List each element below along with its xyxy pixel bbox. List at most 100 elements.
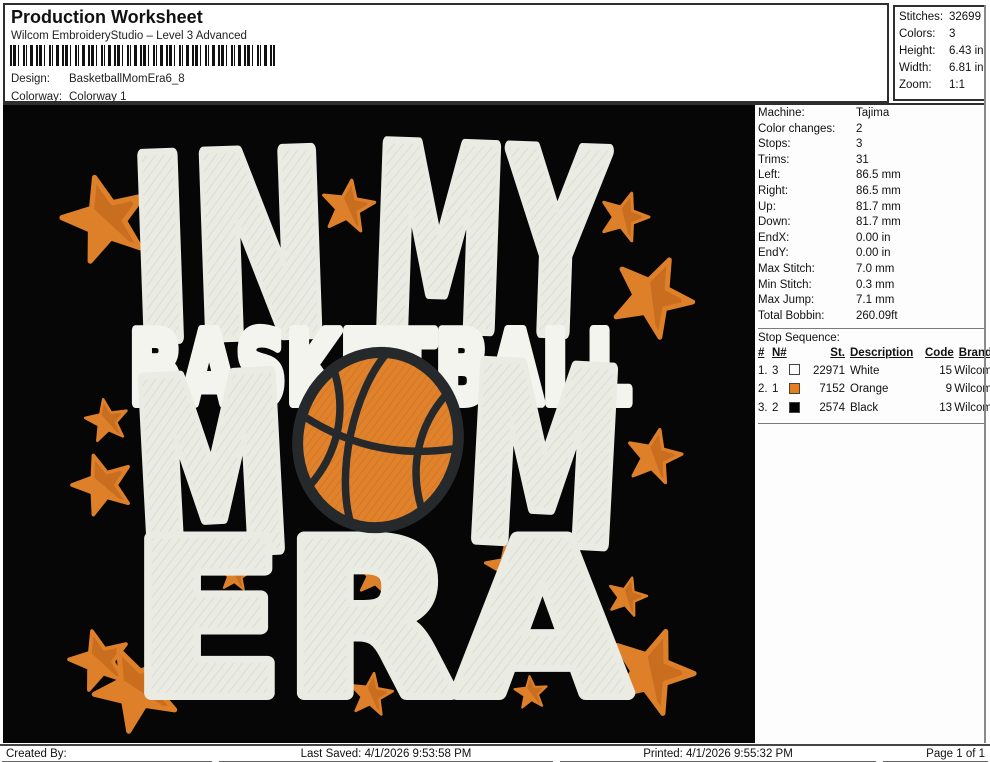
- printed: Printed: 4/1/2026 9:55:32 PM: [560, 746, 876, 762]
- col-num: #: [758, 346, 772, 362]
- machine-info-label: Color changes:: [758, 122, 856, 138]
- machine-info-label: EndY:: [758, 246, 856, 262]
- summary-label: Colors:: [899, 26, 949, 43]
- thread-color-swatch: [789, 362, 805, 381]
- col-needle: N#: [772, 346, 789, 362]
- machine-info-label: Total Bobbin:: [758, 309, 856, 325]
- machine-info-row: Min Stitch:0.3 mm: [758, 278, 986, 294]
- summary-value: 6.43 in: [949, 43, 984, 60]
- machine-info-label: Trims:: [758, 153, 856, 169]
- machine-info-row: Max Stitch:7.0 mm: [758, 262, 986, 278]
- machine-info-value: 86.5 mm: [856, 184, 901, 200]
- stitch-count: 2574: [805, 401, 845, 417]
- summary-value: 32699: [949, 9, 981, 26]
- machine-info-value: 3: [856, 137, 862, 153]
- summary-row: Zoom:1:1: [899, 77, 984, 94]
- machine-info-row: Machine:Tajima: [758, 106, 986, 122]
- star-icon: [83, 396, 131, 442]
- thread-description: Black: [845, 401, 925, 417]
- col-description: Description: [845, 346, 925, 362]
- design-preview-canvas: IN MY BASKETBALL M M ERA: [3, 105, 755, 743]
- machine-info-value: 81.7 mm: [856, 200, 901, 216]
- stop-sequence-title: Stop Sequence:: [758, 331, 986, 346]
- footer-bar: Created By: Last Saved: 4/1/2026 9:53:58…: [0, 744, 990, 762]
- machine-info-value: 31: [856, 153, 869, 169]
- design-label: Design:: [11, 73, 69, 85]
- machine-info-row: Max Jump:7.1 mm: [758, 293, 986, 309]
- star-icon: [65, 446, 138, 518]
- thread-code: 13: [925, 401, 952, 417]
- thread-stop-num: 2.: [758, 382, 772, 398]
- machine-info-label: Left:: [758, 168, 856, 184]
- page-title: Production Worksheet: [11, 7, 203, 28]
- design-summary-box: Stitches:32699Colors:3Height:6.43 inWidt…: [893, 5, 986, 101]
- col-code: Code: [925, 346, 952, 362]
- machine-info-value: 7.1 mm: [856, 293, 894, 309]
- machine-info-row: Up:81.7 mm: [758, 200, 986, 216]
- needle-number: 2: [772, 401, 789, 417]
- summary-label: Height:: [899, 43, 949, 60]
- thread-stop-num: 3.: [758, 401, 772, 417]
- stop-sequence-table: # N# St. Description Code Brand 1.322971…: [758, 346, 986, 418]
- machine-info-row: Right:86.5 mm: [758, 184, 986, 200]
- summary-label: Zoom:: [899, 77, 949, 94]
- summary-value: 6.81 in: [949, 60, 984, 77]
- embroidery-design: IN MY BASKETBALL M M ERA: [3, 105, 755, 743]
- summary-value: 3: [949, 26, 955, 43]
- machine-info-panel: Machine:TajimaColor changes:2Stops:3Trim…: [758, 106, 986, 426]
- machine-info-value: 260.09ft: [856, 309, 898, 325]
- machine-info-value: 0.00 in: [856, 231, 891, 247]
- machine-info-value: 86.5 mm: [856, 168, 901, 184]
- summary-value: 1:1: [949, 77, 965, 94]
- thread-color-swatch: [789, 364, 800, 375]
- machine-info-label: Down:: [758, 215, 856, 231]
- thread-description: Orange: [845, 382, 925, 398]
- thread-code: 15: [925, 364, 952, 380]
- thread-code: 9: [925, 382, 952, 398]
- page-number: Page 1 of 1: [883, 746, 988, 762]
- machine-info-label: Right:: [758, 184, 856, 200]
- needle-number: 1: [772, 382, 789, 398]
- thread-description: White: [845, 364, 925, 380]
- machine-info-label: Up:: [758, 200, 856, 216]
- colorway-value: Colorway 1: [69, 91, 127, 103]
- machine-info-label: Machine:: [758, 106, 856, 122]
- machine-info-value: 2: [856, 122, 862, 138]
- machine-info-label: Max Jump:: [758, 293, 856, 309]
- machine-info-row: Trims:31: [758, 153, 986, 169]
- barcode-image: [10, 45, 275, 66]
- machine-info-row: EndX:0.00 in: [758, 231, 986, 247]
- last-saved: Last Saved: 4/1/2026 9:53:58 PM: [219, 746, 553, 762]
- machine-info-label: Max Stitch:: [758, 262, 856, 278]
- summary-row: Stitches:32699: [899, 9, 984, 26]
- needle-number: 3: [772, 364, 789, 380]
- machine-info-label: EndX:: [758, 231, 856, 247]
- summary-label: Stitches:: [899, 9, 949, 26]
- app-subtitle: Wilcom EmbroideryStudio – Level 3 Advanc…: [11, 30, 247, 42]
- machine-info-label: Min Stitch:: [758, 278, 856, 294]
- header-box: Production Worksheet Wilcom EmbroiderySt…: [3, 3, 889, 103]
- thread-stop-num: 1.: [758, 364, 772, 380]
- summary-label: Width:: [899, 60, 949, 77]
- star-icon: [623, 424, 686, 485]
- machine-info-rows: Machine:TajimaColor changes:2Stops:3Trim…: [758, 106, 986, 324]
- page-right-edge: [984, 5, 986, 743]
- design-text-era: ERA: [131, 496, 629, 743]
- summary-row: Colors:3: [899, 26, 984, 43]
- machine-info-value: Tajima: [856, 106, 889, 122]
- machine-info-row: Color changes:2: [758, 122, 986, 138]
- machine-info-row: EndY:0.00 in: [758, 246, 986, 262]
- design-row: Design: BasketballMomEra6_8: [11, 73, 185, 85]
- summary-row: Height:6.43 in: [899, 43, 984, 60]
- design-value: BasketballMomEra6_8: [69, 73, 185, 85]
- colorway-row: Colorway: Colorway 1: [11, 91, 127, 103]
- col-st: St.: [805, 346, 845, 362]
- thread-color-swatch: [789, 402, 800, 413]
- machine-info-row: Left:86.5 mm: [758, 168, 986, 184]
- panel-divider: [758, 328, 986, 329]
- thread-color-swatch: [789, 381, 805, 400]
- stitch-count: 7152: [805, 382, 845, 398]
- machine-info-label: Stops:: [758, 137, 856, 153]
- machine-info-row: Down:81.7 mm: [758, 215, 986, 231]
- machine-info-row: Total Bobbin:260.09ft: [758, 309, 986, 325]
